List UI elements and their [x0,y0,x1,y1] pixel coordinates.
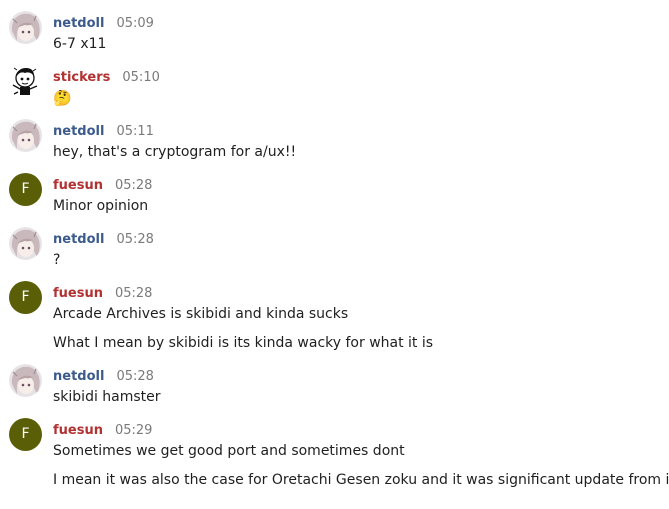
timestamp: 05:28 [114,286,153,301]
thinking-emoji: 🤔 [53,89,72,107]
sticker-avatar-icon [12,67,38,95]
avatar[interactable] [9,119,42,152]
message: netdoll 05:11 hey, that's a cryptogram for… [0,108,669,162]
message: netdoll 05:28 skibidi hamster [0,353,669,407]
timestamp: 05:09 [116,16,154,31]
message-text: hey, that's a cryptogram for a/ux!! [53,144,297,160]
anime-avatar-icon [9,364,42,397]
message: netdoll 05:28? [0,216,669,270]
nickname[interactable]: netdoll [53,369,104,384]
anime-avatar-icon [9,227,42,260]
avatar[interactable]: F [9,418,42,451]
avatar[interactable]: F [9,281,42,314]
chat-log: netdoll 05:09 6-7 x11 stickers 05:10 🤔 netdo… [0,0,669,509]
message-text: Minor opinion [53,198,149,214]
timestamp: 05:11 [116,124,154,139]
message-header: netdoll 05:09 [53,13,669,31]
anime-avatar-icon [9,119,42,152]
avatar[interactable] [9,11,42,44]
nickname[interactable]: stickers [53,70,110,85]
message-text: skibidi hamster [53,389,161,405]
message-header: netdoll 05:11 [53,121,669,139]
avatar[interactable]: F [9,173,42,206]
timestamp: 05:28 [116,369,154,384]
message-text: Sometimes we get good port and sometimes… [53,443,405,459]
message-header: stickers 05:10 [53,67,669,85]
anime-avatar-icon [9,11,42,44]
nickname[interactable]: fuesun [53,178,103,193]
message-header: netdoll 05:28 [53,366,669,384]
timestamp: 05:28 [114,178,153,193]
timestamp: 05:10 [122,70,160,85]
timestamp: 05:29 [114,423,153,438]
nickname[interactable]: netdoll [53,124,104,139]
nickname[interactable]: netdoll [53,232,104,247]
message-text: Arcade Archives is skibidi and kinda suc… [53,306,349,322]
message-text: What I mean by skibidi is its kinda wack… [53,335,434,351]
message-text: I mean it was also the case for Oretachi… [53,472,669,488]
message: Ffuesun 05:29 Sometimes we get good port a… [0,407,669,490]
nickname[interactable]: fuesun [53,286,103,301]
message-header: fuesun 05:28 [53,175,669,193]
nickname[interactable]: netdoll [53,16,104,31]
message-header: fuesun 05:28 [53,283,669,301]
message-header: fuesun 05:29 [53,420,669,438]
message: Ffuesun 05:28 Arcade Archives is skibidi a… [0,270,669,353]
message-header: netdoll 05:28 [53,229,669,247]
message-text: ? [53,252,61,268]
avatar[interactable] [9,227,42,260]
avatar[interactable] [9,364,42,397]
nickname[interactable]: fuesun [53,423,103,438]
timestamp: 05:28 [116,232,154,247]
message: Ffuesun 05:28 Minor opinion [0,162,669,216]
message-text: 6-7 x11 [53,36,107,52]
message: netdoll 05:09 6-7 x11 [0,0,669,54]
avatar[interactable] [9,65,42,98]
message: stickers 05:10 🤔 [0,54,669,108]
